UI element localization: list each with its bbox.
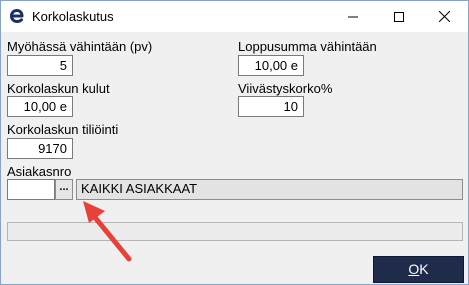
ok-button-label-rest: K (419, 261, 429, 277)
penalty-rate-field[interactable]: 10 (238, 96, 304, 117)
account-label: Korkolaskun tiliöinti (7, 122, 119, 137)
maximize-button[interactable] (376, 1, 421, 32)
close-icon (439, 11, 450, 22)
ok-button-mnemonic: O (408, 261, 420, 277)
customer-browse-button[interactable]: ... (55, 179, 73, 200)
dialog-window: Korkolaskutus Myöhässä vähintään (pv) 5 … (0, 0, 469, 285)
maximize-icon (393, 11, 404, 22)
min-days-field[interactable]: 5 (7, 55, 73, 76)
ok-button[interactable]: OK (373, 256, 464, 283)
title-bar: Korkolaskutus (1, 1, 468, 32)
status-bar (7, 222, 463, 241)
account-field[interactable]: 9170 (7, 138, 73, 159)
customer-number-label: Asiakasnro (7, 164, 72, 179)
invoice-costs-label: Korkolaskun kulut (7, 81, 110, 96)
form-area: Myöhässä vähintään (pv) 5 Loppusumma väh… (1, 32, 468, 284)
pointer-arrow-icon (83, 201, 132, 262)
minimize-button[interactable] (330, 1, 375, 32)
window-title: Korkolaskutus (32, 9, 114, 24)
customer-number-field[interactable] (7, 179, 55, 200)
min-total-field[interactable]: 10,00 e (238, 55, 304, 76)
close-button[interactable] (422, 1, 467, 32)
minimize-icon (347, 16, 358, 17)
min-days-label: Myöhässä vähintään (pv) (7, 39, 153, 54)
invoice-costs-field[interactable]: 10,00 e (7, 96, 73, 117)
e-logo-icon (9, 8, 24, 24)
penalty-rate-label: Viivästyskorko% (238, 81, 333, 96)
min-total-label: Loppusumma vähintään (238, 39, 377, 54)
